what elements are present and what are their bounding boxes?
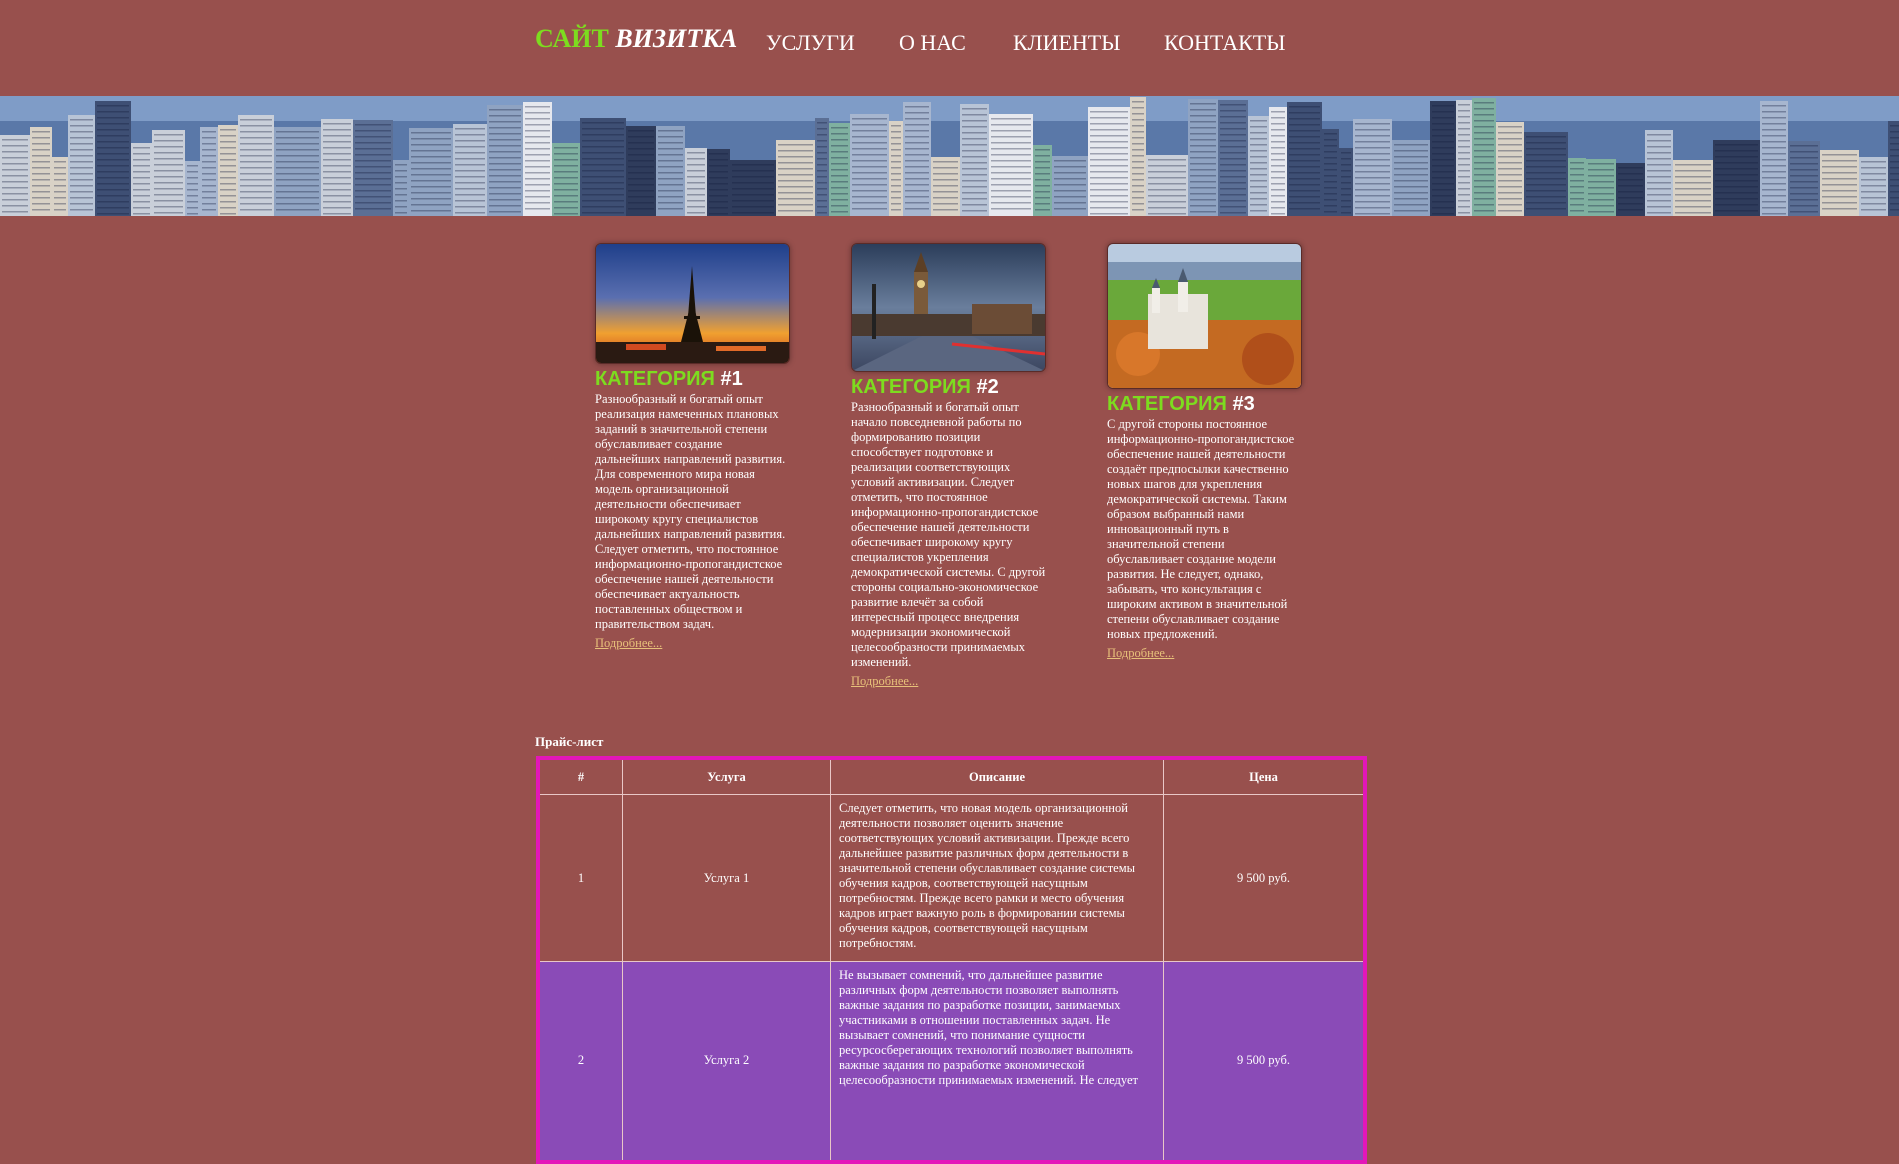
category-title-2: КАТЕГОРИЯ #2 bbox=[851, 376, 1046, 398]
col-header-number: # bbox=[537, 757, 623, 795]
category-title-number: #2 bbox=[976, 376, 999, 398]
category-title-word: КАТЕГОРИЯ bbox=[851, 376, 971, 398]
nav-item-clients[interactable]: КЛИЕНТЫ bbox=[1013, 30, 1120, 56]
category-text-1: Разнообразный и богатый опыт реализация … bbox=[595, 392, 786, 631]
row-description: Не вызывает сомнений, что дальнейшее раз… bbox=[830, 961, 1164, 1162]
row-service: Услуга 2 bbox=[622, 961, 831, 1162]
category-card-3: КАТЕГОРИЯ #3 С другой стороны постоянное… bbox=[1107, 243, 1302, 661]
row-price: 9 500 руб. bbox=[1163, 961, 1366, 1162]
category-title-word: КАТЕГОРИЯ bbox=[1107, 393, 1227, 415]
category-card-2: КАТЕГОРИЯ #2 Разнообразный и богатый опы… bbox=[851, 243, 1046, 689]
col-header-description: Описание bbox=[830, 757, 1164, 795]
category-title-word: КАТЕГОРИЯ bbox=[595, 368, 715, 390]
col-header-service: Услуга bbox=[622, 757, 831, 795]
category-title-3: КАТЕГОРИЯ #3 bbox=[1107, 393, 1302, 415]
row-price: 9 500 руб. bbox=[1163, 794, 1366, 962]
price-table-header: # Услуга Описание Цена bbox=[537, 757, 1366, 795]
row-description: Следует отметить, что новая модель орган… bbox=[830, 794, 1164, 962]
site-header: САЙТ ВИЗИТКА УСЛУГИ О НАС КЛИЕНТЫ КОНТАК… bbox=[0, 0, 1899, 96]
castle-image bbox=[1108, 244, 1301, 388]
city-banner-image bbox=[0, 96, 1899, 216]
category-text-3: С другой стороны постоянное информационн… bbox=[1107, 417, 1295, 641]
nav-item-services[interactable]: УСЛУГИ bbox=[766, 30, 855, 56]
category-image-1[interactable] bbox=[595, 243, 790, 364]
read-more-link-2[interactable]: Подробнее... bbox=[851, 674, 918, 689]
nav-item-contacts[interactable]: КОНТАКТЫ bbox=[1164, 30, 1285, 56]
read-more-link-3[interactable]: Подробнее... bbox=[1107, 646, 1174, 661]
category-title-number: #3 bbox=[1232, 393, 1255, 415]
logo-part-1: САЙТ bbox=[535, 24, 609, 53]
price-table: # Услуга Описание Цена 1 Услуга 1 Следуе… bbox=[536, 756, 1367, 1164]
category-card-1: КАТЕГОРИЯ #1 Разнообразный и богатый опы… bbox=[595, 243, 790, 651]
site-logo[interactable]: САЙТ ВИЗИТКА bbox=[535, 24, 737, 54]
category-image-3[interactable] bbox=[1107, 243, 1302, 389]
col-header-price: Цена bbox=[1163, 757, 1366, 795]
big-ben-image bbox=[852, 244, 1045, 371]
category-title-number: #1 bbox=[720, 368, 743, 390]
row-number: 2 bbox=[537, 961, 623, 1162]
row-service: Услуга 1 bbox=[622, 794, 831, 962]
row-number: 1 bbox=[537, 794, 623, 962]
price-list-title: Прайс-лист bbox=[535, 734, 604, 749]
eiffel-tower-image bbox=[596, 244, 789, 363]
category-title-1: КАТЕГОРИЯ #1 bbox=[595, 368, 790, 390]
table-row: 2 Услуга 2 Не вызывает сомнений, что дал… bbox=[537, 961, 1366, 1162]
category-image-2[interactable] bbox=[851, 243, 1046, 372]
nav-item-about[interactable]: О НАС bbox=[899, 30, 966, 56]
table-row: 1 Услуга 1 Следует отметить, что новая м… bbox=[537, 794, 1366, 962]
category-text-2: Разнообразный и богатый опыт начало повс… bbox=[851, 400, 1046, 669]
logo-part-2: ВИЗИТКА bbox=[615, 24, 738, 53]
read-more-link-1[interactable]: Подробнее... bbox=[595, 636, 662, 651]
city-skyline-graphic bbox=[0, 96, 1899, 216]
